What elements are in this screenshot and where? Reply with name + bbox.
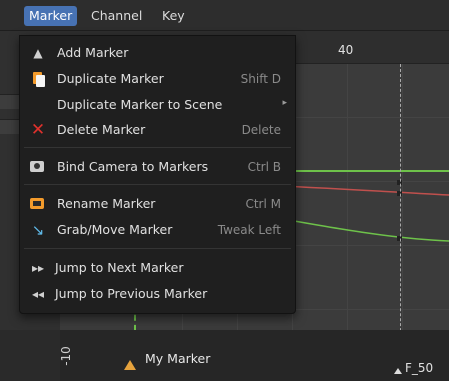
marker-menu-dropdown: ▲ Add Marker Duplicate Marker Shift D Du… — [19, 35, 296, 314]
x-icon: ✕ — [30, 120, 46, 140]
menu-item-delete-marker[interactable]: ✕ Delete Marker Delete — [20, 118, 295, 142]
menu-item-label: Rename Marker — [57, 196, 156, 211]
shortcut-label: Shift D — [240, 72, 281, 86]
menu-key[interactable]: Key — [157, 6, 190, 26]
menu-item-label: Duplicate Marker to Scene — [57, 97, 223, 112]
menu-separator — [24, 248, 291, 249]
marker-name: My Marker — [145, 351, 211, 366]
marker-strip[interactable] — [60, 330, 449, 381]
grab-arrow-icon: ↘ — [31, 221, 45, 239]
rename-icon — [30, 198, 44, 209]
axis-value-label: -10 — [60, 346, 73, 366]
camera-icon — [30, 161, 44, 172]
menu-item-jump-previous-marker[interactable]: ◂◂ Jump to Previous Marker — [20, 282, 295, 306]
shortcut-label: Ctrl M — [245, 197, 281, 211]
menu-item-jump-next-marker[interactable]: ▸▸ Jump to Next Marker — [20, 256, 295, 280]
prev-marker-icon: ◂◂ — [31, 287, 45, 301]
menu-item-label: Add Marker — [57, 45, 129, 60]
menu-marker[interactable]: Marker — [24, 6, 78, 26]
marker-triangle-icon[interactable] — [394, 368, 402, 374]
shortcut-label: Delete — [241, 123, 281, 137]
menu-item-duplicate-marker[interactable]: Duplicate Marker Shift D — [20, 67, 295, 91]
marker-triangle-icon[interactable] — [124, 360, 136, 370]
menu-item-bind-camera[interactable]: Bind Camera to Markers Ctrl B — [20, 155, 295, 179]
shortcut-label: Tweak Left — [217, 223, 281, 237]
submenu-arrow-icon: ▸ — [282, 98, 287, 108]
menu-item-label: Bind Camera to Markers — [57, 159, 209, 174]
triangle-marker-icon: ▲ — [33, 46, 43, 60]
menu-item-label: Duplicate Marker — [57, 71, 164, 86]
menu-item-rename-marker[interactable]: Rename Marker Ctrl M — [20, 192, 295, 216]
duplicate-icon — [30, 71, 46, 87]
menu-item-add-marker[interactable]: ▲ Add Marker — [20, 41, 295, 65]
menu-separator — [24, 184, 291, 185]
menu-bar: Marker Channel Key — [0, 0, 449, 31]
menu-item-label: Jump to Previous Marker — [55, 286, 208, 301]
channel-footer — [0, 330, 60, 381]
marker-frame-label: F_50 — [405, 361, 434, 375]
next-marker-icon: ▸▸ — [31, 261, 45, 275]
menu-channel[interactable]: Channel — [86, 6, 147, 26]
menu-item-duplicate-marker-to-scene[interactable]: Duplicate Marker to Scene ▸ — [20, 93, 295, 117]
shortcut-label: Ctrl B — [247, 160, 281, 174]
menu-item-label: Grab/Move Marker — [57, 222, 173, 237]
menu-separator — [24, 147, 291, 148]
menu-item-grab-move-marker[interactable]: ↘ Grab/Move Marker Tweak Left — [20, 218, 295, 242]
menu-item-label: Jump to Next Marker — [55, 260, 184, 275]
menu-item-label: Delete Marker — [57, 122, 146, 137]
